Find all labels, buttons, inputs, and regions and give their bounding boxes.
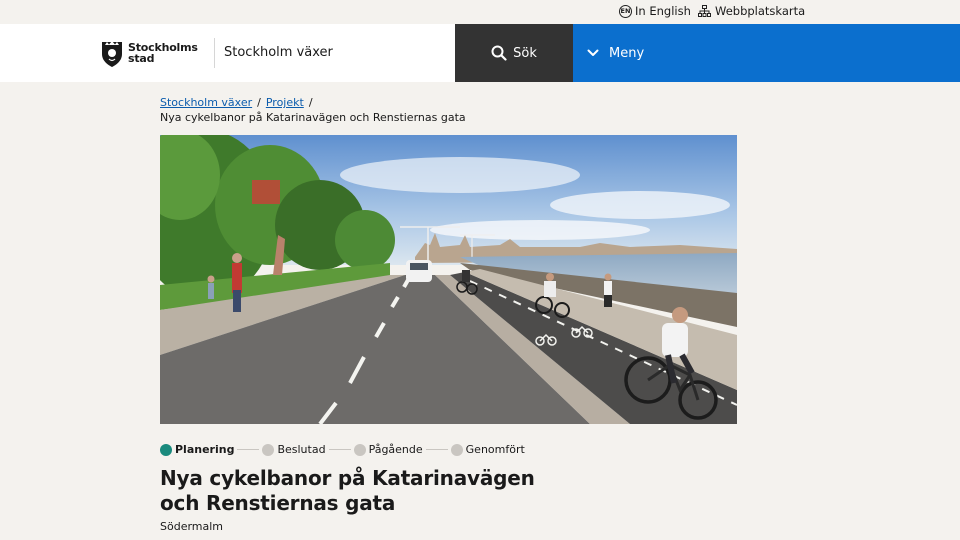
menu-button[interactable]: Meny — [573, 24, 960, 82]
language-label: In English — [635, 4, 691, 18]
chevron-down-icon — [587, 49, 599, 56]
step-pagaende: Pågående — [353, 443, 423, 456]
step-connector — [425, 449, 448, 450]
crown-shield-icon — [102, 41, 122, 67]
page-title: Nya cykelbanor på Katarinavägen och Rens… — [160, 466, 535, 515]
step-genomfort: Genomfört — [450, 443, 525, 456]
language-link[interactable]: EN In English — [619, 4, 691, 18]
step-connector — [237, 449, 260, 450]
step-dot — [262, 443, 275, 456]
search-icon — [491, 45, 507, 61]
step-connector — [328, 449, 351, 450]
step-label: Planering — [175, 443, 235, 456]
breadcrumb-current: Nya cykelbanor på Katarinavägen och Rens… — [160, 111, 466, 124]
district-label: Södermalm — [160, 520, 224, 533]
breadcrumb-separator: / — [308, 96, 313, 109]
sitemap-label: Webbplatskarta — [715, 4, 806, 18]
step-active-dot — [160, 443, 172, 456]
breadcrumb: Stockholm växer / Projekt / Nya cykelbanor … — [160, 95, 466, 125]
bicycle-lane-illustration — [160, 135, 737, 424]
step-planering: Planering — [160, 443, 234, 456]
step-label: Genomfört — [465, 443, 525, 456]
site-name-link[interactable]: Stockholm växer — [224, 45, 333, 60]
step-dot — [450, 443, 463, 456]
sitemap-link[interactable]: Webbplatskarta — [698, 4, 805, 18]
search-button[interactable]: Sök — [455, 24, 573, 82]
search-label: Sök — [513, 45, 537, 61]
project-status-steps: Planering Beslutad Pågående Genomfört — [160, 443, 525, 456]
site-header: Stockholms stad Stockholm växer Sök Meny — [0, 24, 960, 82]
breadcrumb-separator: / — [257, 96, 261, 109]
header-divider — [214, 38, 215, 68]
breadcrumb-link-projekt[interactable]: Projekt — [266, 96, 304, 109]
breadcrumb-link-stockholm-vaxer[interactable]: Stockholm växer — [160, 96, 252, 109]
utility-bar: EN In English Webbplatskarta — [0, 0, 960, 24]
step-label: Beslutad — [277, 443, 326, 456]
logo-wordmark: Stockholms stad — [128, 41, 198, 65]
step-label: Pågående — [368, 443, 423, 456]
step-beslutad: Beslutad — [262, 443, 326, 456]
menu-label: Meny — [609, 45, 645, 61]
step-dot — [353, 443, 366, 456]
language-icon: EN — [619, 4, 632, 18]
stockholm-logo[interactable]: Stockholms stad — [100, 38, 198, 68]
hero-image — [160, 135, 737, 424]
sitemap-icon — [698, 5, 711, 17]
